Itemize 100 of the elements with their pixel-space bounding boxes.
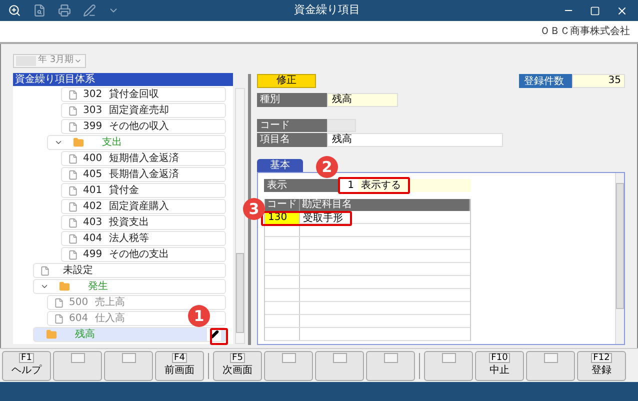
function-key[interactable]: F12 登録 xyxy=(577,350,626,380)
document-icon xyxy=(68,234,78,244)
close-icon[interactable] xyxy=(616,4,628,16)
document-icon xyxy=(68,218,78,228)
item-label: 売上高 xyxy=(95,296,125,310)
name-field[interactable]: 残高 xyxy=(327,133,503,147)
tree-item[interactable]: 302 貸付金回収 xyxy=(61,87,226,102)
item-label: 未設定 xyxy=(63,264,93,278)
document-icon xyxy=(40,266,50,276)
document-icon xyxy=(68,202,78,212)
scrollbar[interactable] xyxy=(235,88,245,344)
function-key[interactable] xyxy=(53,350,102,380)
code-field[interactable] xyxy=(327,119,356,132)
tree-header: 資金繰り項目体系 xyxy=(13,73,233,86)
item-code: 405 xyxy=(83,168,104,182)
column-header: 勘定科目名 xyxy=(300,199,470,211)
item-code: 303 xyxy=(83,104,104,118)
tree-item[interactable]: 499 その他の支出 xyxy=(61,247,226,262)
document-icon xyxy=(68,250,78,260)
tab[interactable]: 基本 xyxy=(257,159,303,172)
item-label: 長期借入金返済 xyxy=(109,168,179,182)
highlight-frame xyxy=(338,177,410,194)
tree-item[interactable]: 405 長期借入金返済 xyxy=(61,167,226,182)
function-key[interactable] xyxy=(526,350,575,380)
chevron-icon[interactable] xyxy=(54,138,63,147)
item-code: 604 xyxy=(69,312,90,326)
item-code: 399 xyxy=(83,120,104,134)
item-label: 発生 xyxy=(88,280,108,294)
grid-cell[interactable]: 受取手形 xyxy=(300,213,343,224)
callout-number: 2 xyxy=(316,156,338,178)
function-key[interactable] xyxy=(424,350,473,380)
item-label: 投資支出 xyxy=(109,216,149,230)
document-icon xyxy=(54,314,64,324)
function-key[interactable]: F1 ヘルプ xyxy=(2,350,51,380)
tree-item[interactable]: 401 貸付金 xyxy=(61,183,226,198)
item-code: 499 xyxy=(83,248,104,262)
redacted-year xyxy=(16,56,36,66)
display-value-field: 表示する xyxy=(358,179,408,192)
field-label: 項目名 xyxy=(257,133,327,147)
item-code: 403 xyxy=(83,216,104,230)
tree-item[interactable]: 未設定 xyxy=(33,263,226,278)
document-icon xyxy=(68,106,78,116)
folder-icon xyxy=(73,137,84,148)
document-icon xyxy=(68,170,78,180)
item-label: 短期借入金返済 xyxy=(109,152,179,166)
item-label: その他の収入 xyxy=(109,120,169,134)
item-label: 固定資産購入 xyxy=(109,200,169,214)
function-key[interactable] xyxy=(366,350,415,380)
document-icon xyxy=(54,298,64,308)
tree-item[interactable]: 403 投資支出 xyxy=(61,215,226,230)
tree-item[interactable]: 404 法人税等 xyxy=(61,231,226,246)
item-code: 302 xyxy=(83,88,104,102)
function-key[interactable]: F4 前画面 xyxy=(155,350,204,380)
item-label: 仕入高 xyxy=(95,312,125,326)
item-label: その他の支出 xyxy=(109,248,169,262)
item-code: 402 xyxy=(83,200,104,214)
type-field: 残高 xyxy=(327,93,398,107)
item-label: 支出 xyxy=(102,136,122,150)
document-icon xyxy=(68,90,78,100)
document-icon xyxy=(68,122,78,132)
company-name: ＯＢＣ商事株式会社 xyxy=(540,24,630,39)
function-key[interactable] xyxy=(104,350,153,380)
function-key[interactable] xyxy=(264,350,313,380)
period-value: 年 3月期 xyxy=(38,54,74,68)
document-icon xyxy=(68,186,78,196)
function-key[interactable]: F10 中止 xyxy=(475,350,524,380)
tree-item[interactable]: 399 その他の収入 xyxy=(61,119,226,134)
item-label: 貸付金 xyxy=(109,184,139,198)
item-code: 404 xyxy=(83,232,104,246)
item-label: 貸付金回収 xyxy=(109,88,159,102)
document-icon xyxy=(68,154,78,164)
tree-item[interactable]: 303 固定資産売却 xyxy=(61,103,226,118)
tree-item[interactable]: 400 短期借入金返済 xyxy=(61,151,226,166)
tree-item[interactable]: 発生 xyxy=(33,279,226,294)
folder-icon xyxy=(59,281,70,292)
maximize-icon[interactable] xyxy=(590,6,600,16)
tree-item[interactable]: 402 固定資産購入 xyxy=(61,199,226,214)
window-title: 資金繰り項目 xyxy=(293,2,361,18)
function-key[interactable]: F5 次画面 xyxy=(213,350,262,380)
item-label: 法人税等 xyxy=(109,232,149,246)
field-label: 種別 xyxy=(257,93,327,107)
chevron-icon[interactable] xyxy=(40,282,49,291)
function-key[interactable] xyxy=(315,350,364,380)
field-label: コード xyxy=(257,119,327,132)
mode-button[interactable]: 修正 xyxy=(257,74,316,88)
record-count-label: 登録件数 xyxy=(519,74,572,88)
field-label: 表示 xyxy=(264,179,340,192)
record-count-value: 35 xyxy=(572,74,625,88)
caret-icon xyxy=(74,57,82,65)
item-code: 500 xyxy=(69,296,90,310)
pencil-icon xyxy=(210,330,218,339)
tree-item[interactable]: 支出 xyxy=(47,135,226,150)
folder-icon xyxy=(46,329,57,340)
zoom-in-icon[interactable] xyxy=(8,4,21,17)
item-code: 401 xyxy=(83,184,104,198)
item-label: 固定資産売却 xyxy=(109,104,169,118)
highlight-frame xyxy=(210,328,228,345)
item-code: 400 xyxy=(83,152,104,166)
scrollbar[interactable] xyxy=(615,173,624,344)
item-label: 残高 xyxy=(75,328,95,342)
